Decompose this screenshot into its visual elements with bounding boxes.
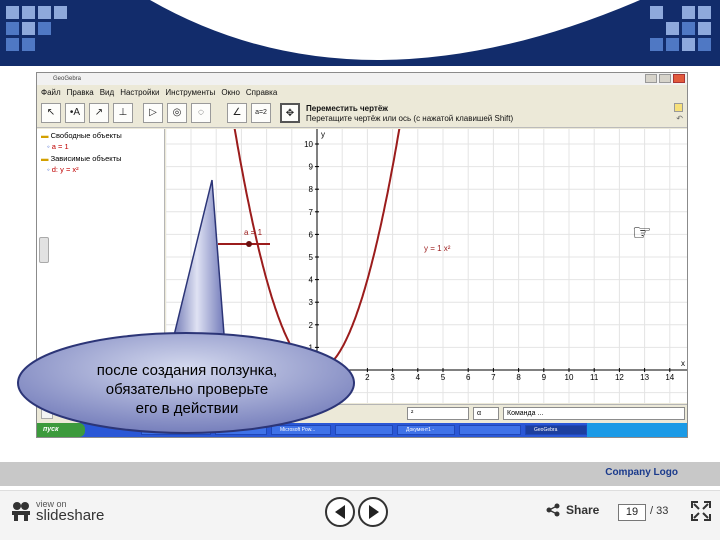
previous-slide-button[interactable]: [325, 497, 355, 527]
page-number-input[interactable]: 19: [618, 504, 646, 521]
fullscreen-icon[interactable]: [690, 500, 712, 522]
slideshare-logo-icon: [12, 502, 30, 521]
slideshare-name[interactable]: slideshare: [36, 507, 104, 524]
previous-arrow-icon: [335, 505, 345, 519]
slide: GeoGebra Файл Правка Вид Настройки Инстр…: [0, 0, 720, 540]
callout-text: после создания ползунка, обязательно про…: [52, 361, 322, 418]
callout-line-3: его в действии: [135, 400, 239, 417]
next-slide-button[interactable]: [358, 497, 388, 527]
page-total: / 33: [650, 505, 669, 517]
callout-line-2: обязательно проверьте: [105, 381, 269, 398]
callout-line-1: после создания ползунка,: [96, 362, 278, 379]
share-button[interactable]: Share: [566, 503, 599, 517]
next-arrow-icon: [369, 505, 379, 519]
company-logo: Company Logo: [605, 467, 678, 478]
share-icon[interactable]: [546, 503, 560, 517]
callout-shape: [17, 179, 355, 434]
